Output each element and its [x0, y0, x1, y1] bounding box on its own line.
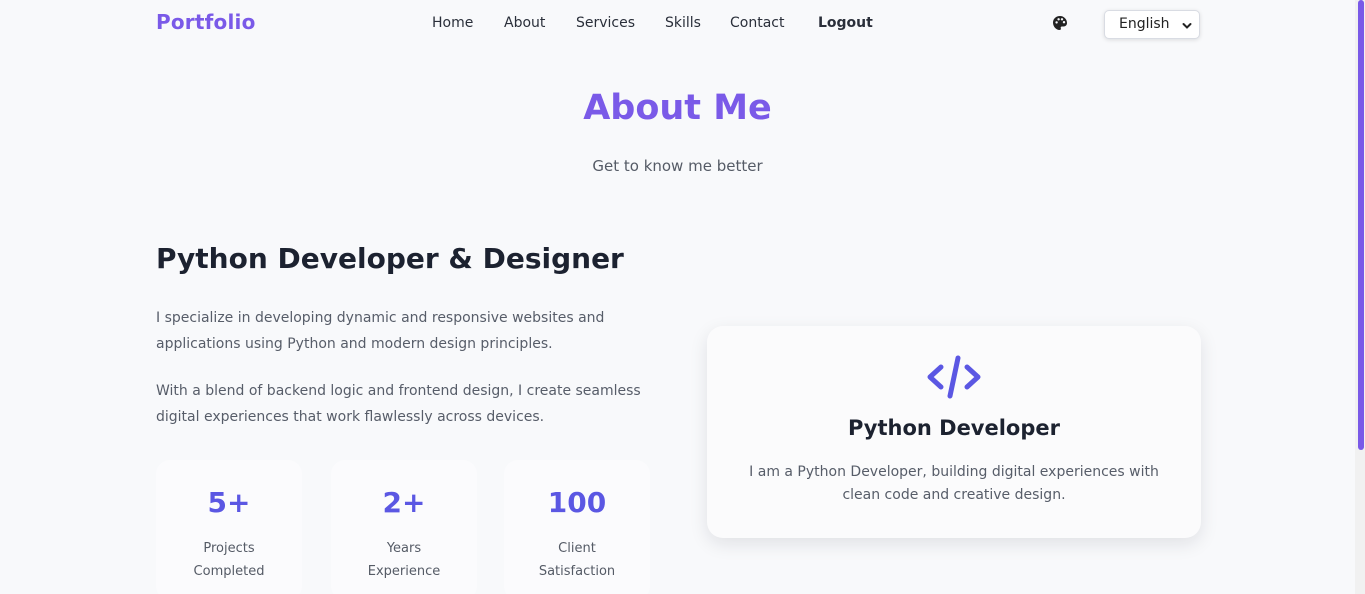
stat-value: 100 — [547, 486, 607, 519]
stat-label-line: Completed — [193, 564, 265, 579]
nav-link-skills[interactable]: Skills — [665, 15, 701, 31]
chevron-down-icon — [1182, 19, 1192, 29]
about-paragraph: With a blend of backend logic and fronte… — [156, 383, 641, 425]
stat-label-line: Years — [386, 541, 422, 556]
stat-label-line: Client — [558, 541, 596, 556]
code-icon — [926, 354, 982, 400]
section-title: About Me — [583, 88, 772, 128]
navbar: Portfolio Home About Services Skills Con… — [0, 0, 1355, 48]
stat-label-line: Projects — [203, 541, 255, 556]
stat-value: 2+ — [382, 486, 426, 519]
language-select[interactable]: English — [1104, 10, 1200, 39]
stat-label: Years Experience — [331, 537, 477, 583]
nav-link-home[interactable]: Home — [432, 15, 473, 31]
scrollbar[interactable] — [1355, 0, 1365, 594]
about-paragraph: I specialize in developing dynamic and r… — [156, 310, 605, 352]
logo[interactable]: Portfolio — [156, 10, 256, 34]
stat-label-line: Satisfaction — [538, 564, 616, 579]
stat-label-line: Experience — [367, 564, 441, 579]
language-select-value: English — [1119, 16, 1170, 32]
profile-card: Python Developer I am a Python Developer… — [707, 326, 1201, 538]
card-title: Python Developer — [847, 416, 1060, 440]
section-subtitle: Get to know me better — [592, 157, 763, 175]
stat-card-projects: 5+ Projects Completed — [156, 460, 302, 594]
stat-value: 5+ — [207, 486, 251, 519]
about-headline: Python Developer & Designer — [156, 242, 624, 275]
card-text: I am a Python Developer, building digita… — [749, 464, 1159, 503]
stat-label: Client Satisfaction — [504, 537, 650, 583]
nav-link-about[interactable]: About — [504, 15, 545, 31]
palette-icon[interactable] — [1052, 15, 1068, 31]
stat-label: Projects Completed — [156, 537, 302, 583]
scrollbar-thumb[interactable] — [1358, 0, 1364, 450]
stat-card-experience: 2+ Years Experience — [331, 460, 477, 594]
nav-link-contact[interactable]: Contact — [730, 15, 784, 31]
nav-link-logout[interactable]: Logout — [818, 15, 873, 31]
stat-card-satisfaction: 100 Client Satisfaction — [504, 460, 650, 594]
nav-link-services[interactable]: Services — [576, 15, 635, 31]
